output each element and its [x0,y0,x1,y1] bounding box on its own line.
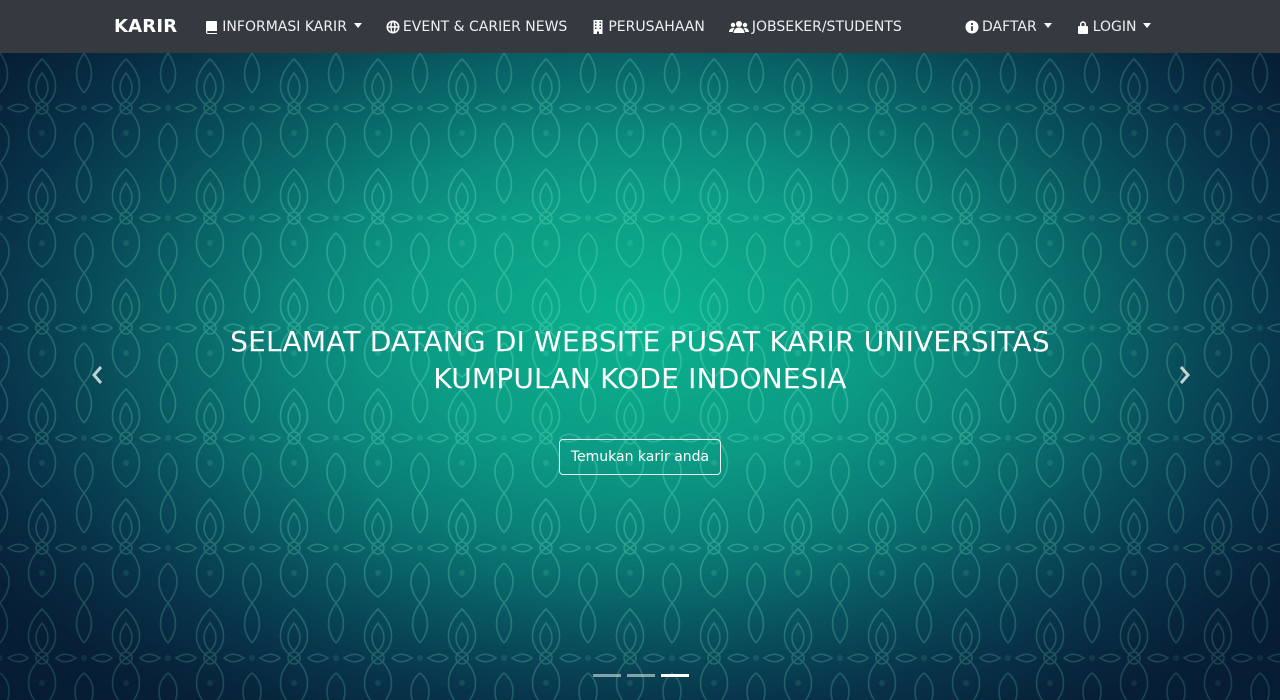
nav-item-perusahaan[interactable]: PERUSAHAAN [591,0,705,53]
brand-logo-link[interactable]: KARIR [114,16,177,37]
nav-item-jobseeker-students[interactable]: JOBSEKER/STUDENTS [728,0,902,53]
info-circle-icon [965,20,979,34]
caret-down-icon [1043,23,1052,28]
nav-item-login[interactable]: LOGIN [1076,0,1152,53]
users-icon [728,20,749,34]
hero-title-line-2: KUMPULAN KODE INDONESIA [433,362,847,395]
nav-label: DAFTAR [982,18,1037,35]
globe-icon [386,20,400,34]
carousel-next-button[interactable] [1170,362,1200,388]
nav-right-menu: DAFTAR LOGIN [965,0,1175,53]
building-icon [591,19,605,34]
find-career-button[interactable]: Temukan karir anda [558,439,722,475]
carousel-indicator-active[interactable] [661,674,689,677]
nav-label: PERUSAHAAN [608,18,705,35]
top-navbar: KARIR INFORMASI KARIR EVENT & CARIER NEW… [0,0,1280,53]
carousel-prev-button[interactable] [82,362,112,388]
carousel-indicator[interactable] [627,674,655,677]
hero-title: SELAMAT DATANG DI WEBSITE PUSAT KARIR UN… [0,323,1280,397]
hero-carousel: SELAMAT DATANG DI WEBSITE PUSAT KARIR UN… [0,53,1280,700]
chevron-right-icon [1179,366,1190,384]
carousel-indicators [0,674,1280,677]
chevron-left-icon [92,366,103,384]
nav-label: EVENT & CARIER NEWS [402,18,568,35]
caret-down-icon [353,23,362,28]
nav-label: INFORMASI KARIR [222,18,347,35]
carousel-indicator[interactable] [593,674,621,677]
nav-item-daftar[interactable]: DAFTAR [965,0,1052,53]
hero-title-line-1: SELAMAT DATANG DI WEBSITE PUSAT KARIR UN… [230,325,1050,358]
nav-item-event-news[interactable]: EVENT & CARIER NEWS [386,0,567,53]
nav-label: LOGIN [1092,18,1137,35]
book-icon [205,20,219,34]
hero-caption: SELAMAT DATANG DI WEBSITE PUSAT KARIR UN… [0,323,1280,475]
lock-icon [1076,20,1090,34]
caret-down-icon [1143,23,1152,28]
nav-left-menu: INFORMASI KARIR EVENT & CARIER NEWS PERU… [205,0,925,53]
nav-label: JOBSEKER/STUDENTS [751,18,902,35]
nav-item-informasi-karir[interactable]: INFORMASI KARIR [205,0,362,53]
